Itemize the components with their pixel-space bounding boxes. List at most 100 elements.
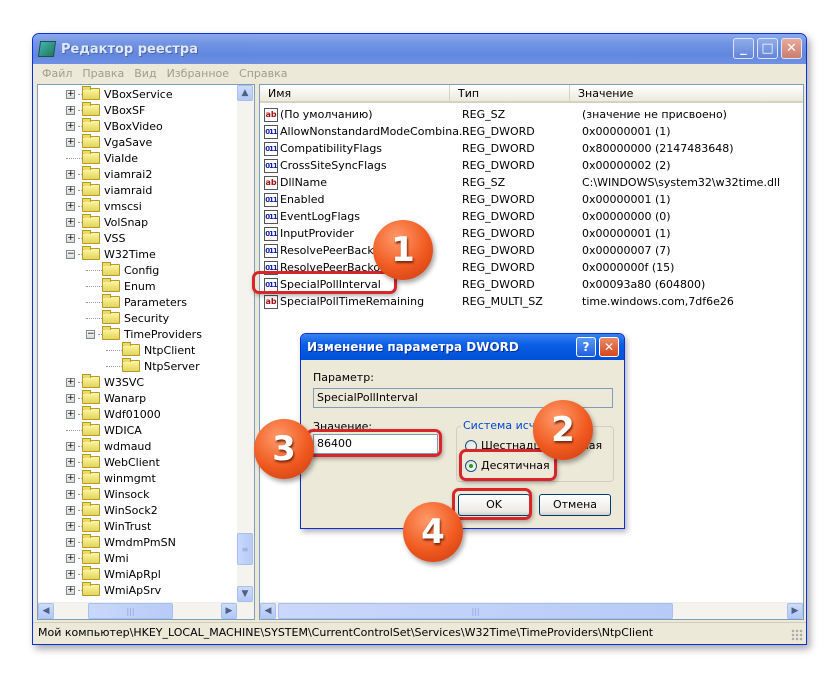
column-header-type[interactable]: Тип — [450, 85, 570, 101]
tree-hscroll-thumb[interactable]: ||| — [88, 603, 173, 619]
menu-favorites[interactable]: Избранное — [162, 67, 234, 80]
value-row[interactable]: 011 CompatibilityFlags REG_DWORD 0x80000000… — [264, 140, 794, 157]
expand-icon[interactable]: + — [66, 89, 75, 99]
tree-item[interactable]: + VolSnap — [66, 214, 148, 230]
value-row[interactable]: ab SpecialPollTimeRemaining REG_MULTI_SZ ti… — [264, 293, 794, 310]
expand-icon[interactable]: + — [66, 553, 75, 563]
tree-item[interactable]: NtpServer — [106, 358, 200, 374]
tree-item[interactable]: + Winsock — [66, 486, 150, 502]
tree-item[interactable]: Parameters — [86, 294, 187, 310]
value-row[interactable]: 011 InputProvider REG_DWORD 0x00000001 (1) — [264, 225, 794, 242]
tree-item[interactable]: + WmiApSrv — [66, 582, 161, 598]
resize-grip[interactable] — [791, 629, 803, 641]
value-row[interactable]: 011 AllowNonstandardModeCombina... REG_DWO… — [264, 123, 794, 140]
tree-item[interactable]: + VBoxService — [66, 86, 173, 102]
tree-item[interactable]: + VSS — [66, 230, 126, 246]
tree-item[interactable]: + Wanarp — [66, 390, 146, 406]
expand-icon[interactable]: + — [66, 585, 75, 595]
expand-icon[interactable]: + — [66, 121, 75, 131]
expand-icon[interactable]: + — [66, 233, 75, 243]
tree-item[interactable]: + Wmi — [66, 550, 129, 566]
scroll-left-icon[interactable]: ◀ — [260, 603, 276, 619]
tree-item[interactable]: − TimeProviders — [86, 326, 202, 342]
close-button[interactable]: ✕ — [781, 38, 802, 59]
tree-item[interactable]: Config — [86, 262, 159, 278]
tree-item[interactable]: + vmscsi — [66, 198, 142, 214]
expand-icon[interactable]: + — [66, 105, 75, 115]
tree-item[interactable]: + Wdf01000 — [66, 406, 161, 422]
step-badge-2: 2 — [533, 400, 593, 460]
expand-icon[interactable]: + — [66, 521, 75, 531]
scroll-left-icon[interactable]: ◀ — [38, 603, 54, 619]
value-row[interactable]: 011 Enabled REG_DWORD 0x00000001 (1) — [264, 191, 794, 208]
expand-icon[interactable]: + — [66, 569, 75, 579]
tree-item-label: Wmi — [104, 551, 129, 565]
tree-horizontal-scrollbar[interactable]: ◀ ||| ▶ — [38, 602, 254, 619]
menu-help[interactable]: Справка — [234, 67, 292, 80]
tree-item[interactable]: + viamraid — [66, 182, 152, 198]
minimize-button[interactable]: _ — [733, 38, 754, 59]
open-folder-icon — [122, 342, 140, 356]
expand-icon[interactable]: + — [66, 217, 75, 227]
tree-vscroll-thumb[interactable]: ≡ — [237, 533, 253, 565]
tree-item[interactable]: + VBoxVideo — [66, 118, 163, 134]
scroll-right-icon[interactable]: ▶ — [221, 603, 237, 619]
tree-item[interactable]: + winmgmt — [66, 470, 156, 486]
expand-icon[interactable]: + — [66, 185, 75, 195]
value-name: Enabled — [280, 193, 325, 206]
column-header-value[interactable]: Значение — [570, 85, 803, 101]
expand-icon[interactable]: + — [66, 409, 75, 419]
expand-icon[interactable]: + — [66, 137, 75, 147]
collapse-icon[interactable]: − — [66, 249, 75, 259]
value-row[interactable]: ab DllName REG_SZ C:\WINDOWS\system32\w32ti… — [264, 174, 794, 191]
tree-item[interactable]: + W3SVC — [66, 374, 144, 390]
tree-item[interactable]: + WinSock2 — [66, 502, 158, 518]
value-row[interactable]: 011 ResolvePeerBackoffM... REG_DWORD 0x0000… — [264, 242, 794, 259]
expand-icon[interactable]: + — [66, 377, 75, 387]
collapse-icon[interactable]: − — [86, 329, 95, 339]
menu-view[interactable]: Вид — [129, 67, 161, 80]
expand-icon[interactable]: + — [66, 505, 75, 515]
tree-item[interactable]: Enum — [86, 278, 156, 294]
dialog-close-button[interactable]: ✕ — [599, 337, 619, 357]
value-row[interactable]: 011 CrossSiteSyncFlags REG_DWORD 0x00000002… — [264, 157, 794, 174]
regedit-app-icon — [37, 41, 57, 57]
tree-vertical-scrollbar[interactable]: ▲ ≡ ▼ — [237, 85, 254, 602]
tree-item[interactable]: + viamrai2 — [66, 166, 152, 182]
tree-item[interactable]: + WinTrust — [66, 518, 151, 534]
tree-item[interactable]: NtpClient — [106, 342, 195, 358]
expand-icon[interactable]: + — [66, 537, 75, 547]
folder-icon — [122, 358, 140, 372]
folder-icon — [82, 150, 100, 164]
tree-item[interactable]: + WmdmPmSN — [66, 534, 176, 550]
list-hscroll-thumb[interactable]: ||| — [278, 603, 673, 619]
tree-item[interactable]: + WmiApRpl — [66, 566, 161, 582]
scroll-right-icon[interactable]: ▶ — [787, 603, 803, 619]
expand-icon[interactable]: + — [66, 441, 75, 451]
maximize-button[interactable]: □ — [757, 38, 778, 59]
tree-item[interactable]: − W32Time — [66, 246, 156, 262]
tree-item[interactable]: WDICA — [66, 422, 142, 438]
scroll-down-icon[interactable]: ▼ — [237, 586, 253, 602]
tree-item[interactable]: ViaIde — [66, 150, 138, 166]
expand-icon[interactable]: + — [66, 169, 75, 179]
tree-item[interactable]: + WebClient — [66, 454, 160, 470]
help-button[interactable]: ? — [576, 337, 596, 357]
expand-icon[interactable]: + — [66, 473, 75, 483]
menu-file[interactable]: Файл — [37, 67, 77, 80]
expand-icon[interactable]: + — [66, 489, 75, 499]
tree-item[interactable]: + VgaSave — [66, 134, 152, 150]
menu-edit[interactable]: Правка — [77, 67, 129, 80]
value-row[interactable]: 011 EventLogFlags REG_DWORD 0x00000000 (0) — [264, 208, 794, 225]
column-header-name[interactable]: Имя — [260, 85, 450, 101]
tree-item[interactable]: + VBoxSF — [66, 102, 145, 118]
expand-icon[interactable]: + — [66, 393, 75, 403]
tree-item[interactable]: + wdmaud — [66, 438, 151, 454]
cancel-button[interactable]: Отмена — [539, 494, 611, 516]
tree-item[interactable]: Security — [86, 310, 169, 326]
expand-icon[interactable]: + — [66, 201, 75, 211]
expand-icon[interactable]: + — [66, 457, 75, 467]
value-row[interactable]: ab (По умолчанию) REG_SZ (значение не присв… — [264, 106, 794, 123]
scroll-up-icon[interactable]: ▲ — [237, 85, 253, 101]
list-horizontal-scrollbar[interactable]: ◀ ||| ▶ — [260, 602, 803, 619]
